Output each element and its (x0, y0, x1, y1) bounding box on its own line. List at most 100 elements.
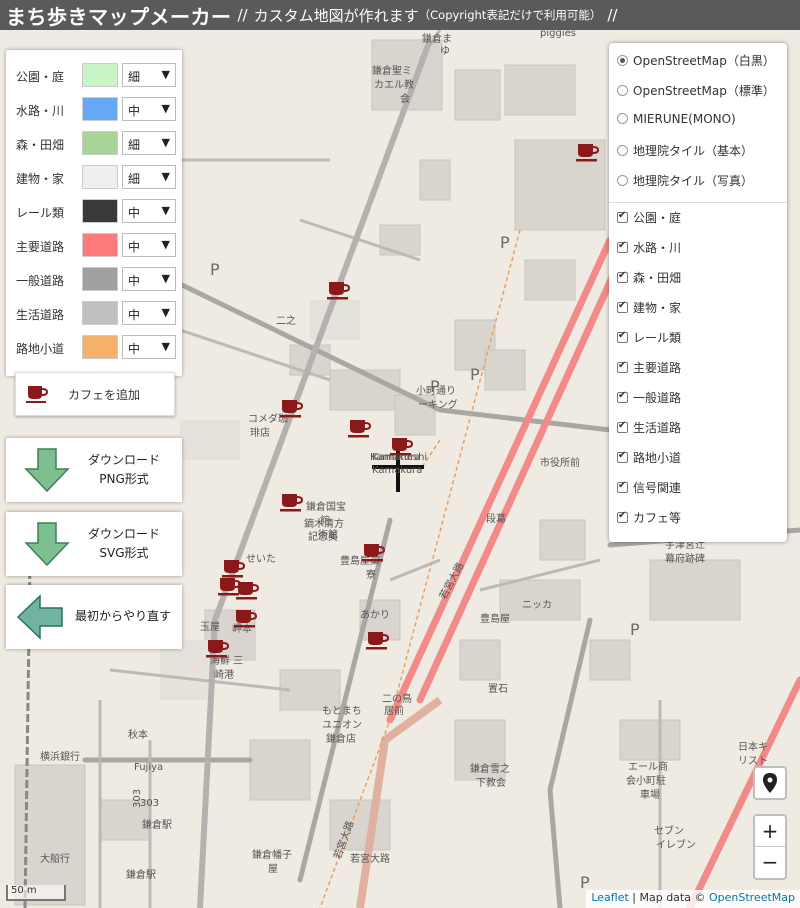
map-label: 横浜銀行 (40, 752, 80, 763)
width-select[interactable]: 細 ▼ (122, 131, 176, 155)
radio-button[interactable] (617, 85, 628, 96)
overlay-layer-option[interactable]: 建物・家 (617, 299, 681, 317)
color-swatch[interactable] (82, 233, 118, 257)
overlay-layer-option[interactable]: 主要道路 (617, 359, 681, 377)
radio-button[interactable] (617, 113, 628, 124)
width-select[interactable]: 細 ▼ (122, 63, 176, 87)
width-select[interactable]: 細 ▼ (122, 165, 176, 189)
cafe-marker-icon[interactable] (327, 280, 353, 302)
checkbox[interactable] (617, 300, 628, 313)
download-svg-button[interactable]: ダウンロード SVG形式 (6, 512, 182, 576)
map-label: 鎌倉店 (326, 734, 356, 745)
osm-link[interactable]: OpenStreetMap (709, 891, 795, 904)
overlay-layer-option[interactable]: 公園・庭 (617, 209, 681, 227)
checkbox[interactable] (617, 510, 628, 523)
cafe-marker-icon[interactable] (390, 436, 416, 458)
radio-button[interactable] (617, 175, 628, 186)
checkbox[interactable] (617, 420, 628, 433)
overlay-layer-label: 森・田畑 (633, 271, 682, 285)
checkbox[interactable] (617, 360, 628, 373)
color-swatch[interactable] (82, 63, 118, 87)
base-layer-option[interactable]: OpenStreetMap（標準） (617, 82, 775, 100)
overlay-layer-option[interactable]: 水路・川 (617, 239, 681, 257)
triangle-down-icon: ▼ (161, 238, 170, 251)
map-label: 玉屋 (200, 622, 220, 633)
width-select[interactable]: 中 ▼ (122, 97, 176, 121)
width-select[interactable]: 中 ▼ (122, 267, 176, 291)
cafe-marker-icon[interactable] (576, 142, 602, 164)
map-label: セブン (654, 826, 684, 837)
base-layer-label: 地理院タイル（基本） (633, 144, 754, 158)
overlay-layer-option[interactable]: 信号関連 (617, 479, 681, 497)
checkbox[interactable] (617, 270, 628, 283)
color-swatch[interactable] (82, 301, 118, 325)
overlay-layer-label: 生活道路 (633, 421, 682, 435)
checkbox[interactable] (617, 330, 628, 343)
cafe-marker-icon[interactable] (366, 630, 392, 652)
color-swatch[interactable] (82, 199, 118, 223)
cafe-marker-icon[interactable] (348, 418, 374, 440)
download-png-button[interactable]: ダウンロード PNG形式 (6, 438, 182, 502)
map-label: Kamakura (372, 465, 423, 476)
overlay-layer-option[interactable]: 路地小道 (617, 449, 681, 467)
overlay-layer-option[interactable]: 生活道路 (617, 419, 681, 437)
base-layer-option[interactable]: MIERUNE(MONO) (617, 112, 736, 130)
checkbox[interactable] (617, 210, 628, 223)
map-label: 鎌倉雪之 (470, 764, 510, 775)
style-row-label: 路地小道 (16, 342, 65, 356)
restart-button[interactable]: 最初からやり直す (6, 585, 182, 649)
radio-button[interactable] (617, 145, 628, 156)
map-label: 段葛 (486, 514, 506, 525)
triangle-down-icon: ▼ (161, 272, 170, 285)
color-swatch[interactable] (82, 97, 118, 121)
base-layer-option[interactable]: OpenStreetMap（白黒） (617, 52, 775, 70)
map-label: 下教会 (476, 778, 506, 789)
checkbox[interactable] (617, 240, 628, 253)
cafe-marker-icon[interactable] (206, 638, 232, 660)
style-row: 一般道路中 ▼ (6, 267, 182, 291)
svg-text:P: P (500, 233, 510, 252)
width-select[interactable]: 中 ▼ (122, 335, 176, 359)
download-svg-line2: SVG形式 (99, 546, 149, 560)
width-select-value: 中 (128, 206, 141, 220)
overlay-layer-label: 路地小道 (633, 451, 682, 465)
cafe-marker-icon[interactable] (280, 492, 306, 514)
zoom-in-button[interactable]: + (755, 816, 785, 846)
overlay-layer-option[interactable]: 森・田畑 (617, 269, 681, 287)
style-row: 路地小道 中 ▼ (6, 335, 182, 359)
map-label: 秋本 (128, 730, 148, 741)
download-svg-line1: ダウンロード (87, 527, 160, 541)
map-label: ーキング (418, 400, 458, 411)
add-cafe-button[interactable]: カフェを追加 (15, 372, 175, 416)
color-swatch[interactable] (82, 165, 118, 189)
base-layer-option[interactable]: 地理院タイル（写真） (617, 172, 753, 190)
overlay-layer-option[interactable]: レール類 (617, 329, 681, 347)
cafe-marker-icon[interactable] (234, 608, 260, 630)
map-label: 会小町駐 (626, 776, 666, 787)
checkbox[interactable] (617, 390, 628, 403)
map-label: 置石 (488, 684, 508, 695)
map-pin-icon (763, 773, 777, 793)
color-swatch[interactable] (82, 131, 118, 155)
width-select[interactable]: 中 ▼ (122, 199, 176, 223)
cafe-marker-icon[interactable] (280, 398, 306, 420)
color-swatch[interactable] (82, 335, 118, 359)
width-select-value: 中 (128, 240, 141, 254)
overlay-layer-option[interactable]: カフェ等 (617, 509, 681, 527)
color-swatch[interactable] (82, 267, 118, 291)
cafe-marker-icon[interactable] (362, 542, 388, 564)
leaflet-link[interactable]: Leaflet (591, 891, 628, 904)
map-label: ユニオン (322, 720, 362, 731)
width-select[interactable]: 中 ▼ (122, 233, 176, 257)
checkbox[interactable] (617, 450, 628, 463)
cafe-marker-icon[interactable] (236, 580, 262, 602)
locate-button[interactable] (753, 766, 787, 800)
checkbox[interactable] (617, 480, 628, 493)
radio-button[interactable] (617, 55, 628, 66)
zoom-out-button[interactable]: − (755, 847, 785, 877)
overlay-layer-option[interactable]: 一般道路 (617, 389, 681, 407)
width-select[interactable]: 中 ▼ (122, 301, 176, 325)
base-layer-option[interactable]: 地理院タイル（基本） (617, 142, 753, 160)
triangle-down-icon: ▼ (161, 170, 170, 183)
copyright-note: （Copyright表記だけで利用可能） (418, 8, 602, 22)
